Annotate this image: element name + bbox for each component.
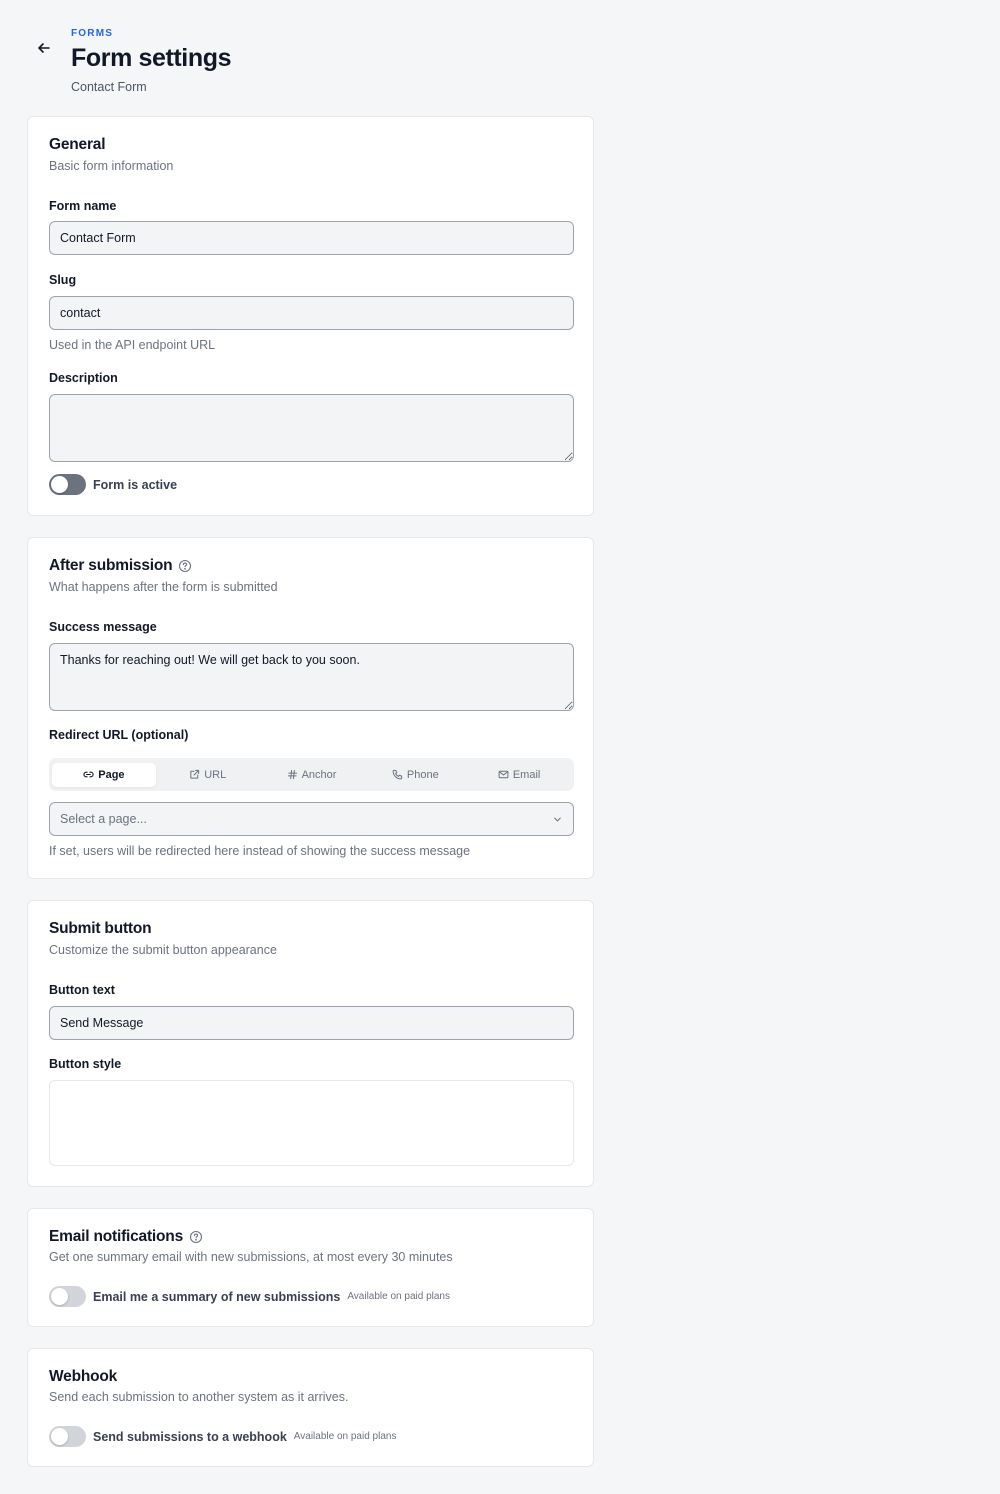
select-placeholder: Select a page... [60,812,147,826]
paid-plan-badge: Available on paid plans [347,1291,450,1302]
redirect-type-tabs: Page URL Anchor Phone Email [49,758,574,791]
toggle-knob [51,1288,68,1305]
card-description: Basic form information [49,159,174,173]
external-link-icon [190,769,200,779]
tab-url[interactable]: URL [156,763,260,787]
button-text-input[interactable] [49,1006,574,1040]
card-title: Email notifications [49,1228,203,1246]
hash-icon [287,769,297,780]
after-submission-card: After submission What happens after the … [27,537,594,879]
active-toggle[interactable] [49,474,86,495]
link-icon [83,771,94,778]
button-text-label: Button text [49,983,115,997]
chevron-down-icon [554,817,561,821]
email-toggle-label: Email me a summary of new submissions [93,1289,341,1304]
webhook-toggle-label: Send submissions to a webhook [93,1429,287,1444]
tab-phone[interactable]: Phone [363,763,467,787]
card-description: Get one summary email with new submissio… [49,1250,453,1264]
tab-email[interactable]: Email [467,763,571,787]
success-message-textarea[interactable]: Thanks for reaching out! We will get bac… [49,643,574,711]
form-name-input[interactable] [49,221,574,255]
redirect-url-label: Redirect URL (optional) [49,728,189,742]
description-textarea[interactable] [49,394,574,462]
toggle-knob [51,476,68,493]
tab-label: Anchor [301,768,337,781]
mail-icon [498,770,509,779]
card-title-text: Email notifications [49,1228,183,1245]
page-select[interactable]: Select a page... [49,802,574,836]
success-message-label: Success message [49,620,157,634]
button-style-label: Button style [49,1057,122,1071]
back-button[interactable] [34,38,54,58]
card-description: What happens after the form is submitted [49,580,278,594]
tab-label: Email [512,768,541,781]
card-title: Webhook [49,1368,118,1385]
slug-label: Slug [49,273,77,287]
webhook-toggle[interactable] [49,1426,86,1447]
breadcrumb[interactable]: FORMS [71,28,113,39]
tab-anchor[interactable]: Anchor [260,763,364,787]
email-notifications-card: Email notifications Get one summary emai… [27,1208,594,1327]
card-title: Submit button [49,920,152,937]
card-title-text: After submission [49,557,173,574]
general-card: General Basic form information Form name… [27,116,594,516]
webhook-card: Webhook Send each submission to another … [27,1348,594,1467]
toggle-knob [51,1428,68,1445]
tab-page[interactable]: Page [52,762,156,787]
page-title: Form settings [71,44,232,72]
phone-icon [392,769,403,780]
email-summary-toggle[interactable] [49,1286,86,1307]
webhook-toggle-row: Send submissions to a webhook Available … [49,1426,396,1447]
slug-input[interactable] [49,296,574,330]
tab-label: Phone [406,768,439,781]
help-circle-icon[interactable] [189,1230,203,1244]
card-title: General [49,136,106,153]
tab-label: Page [98,768,125,781]
description-label: Description [49,371,118,385]
page-subtitle: Contact Form [71,80,147,94]
redirect-help-text: If set, users will be redirected here in… [49,844,471,858]
active-toggle-label: Form is active [93,477,178,492]
help-circle-icon[interactable] [178,559,192,573]
form-name-label: Form name [49,199,117,213]
card-description: Send each submission to another system a… [49,1390,349,1404]
card-title: After submission [49,557,192,575]
card-description: Customize the submit button appearance [49,943,277,957]
active-toggle-row: Form is active [49,474,177,495]
paid-plan-badge: Available on paid plans [293,1431,397,1442]
email-toggle-row: Email me a summary of new submissions Av… [49,1286,450,1307]
page-header: FORMS Form settings Contact Form [0,0,620,110]
button-style-picker[interactable] [49,1080,574,1166]
submit-button-card: Submit button Customize the submit butto… [27,900,594,1187]
tab-label: URL [204,768,227,781]
arrow-left-icon [38,43,50,53]
slug-help-text: Used in the API endpoint URL [49,338,216,352]
